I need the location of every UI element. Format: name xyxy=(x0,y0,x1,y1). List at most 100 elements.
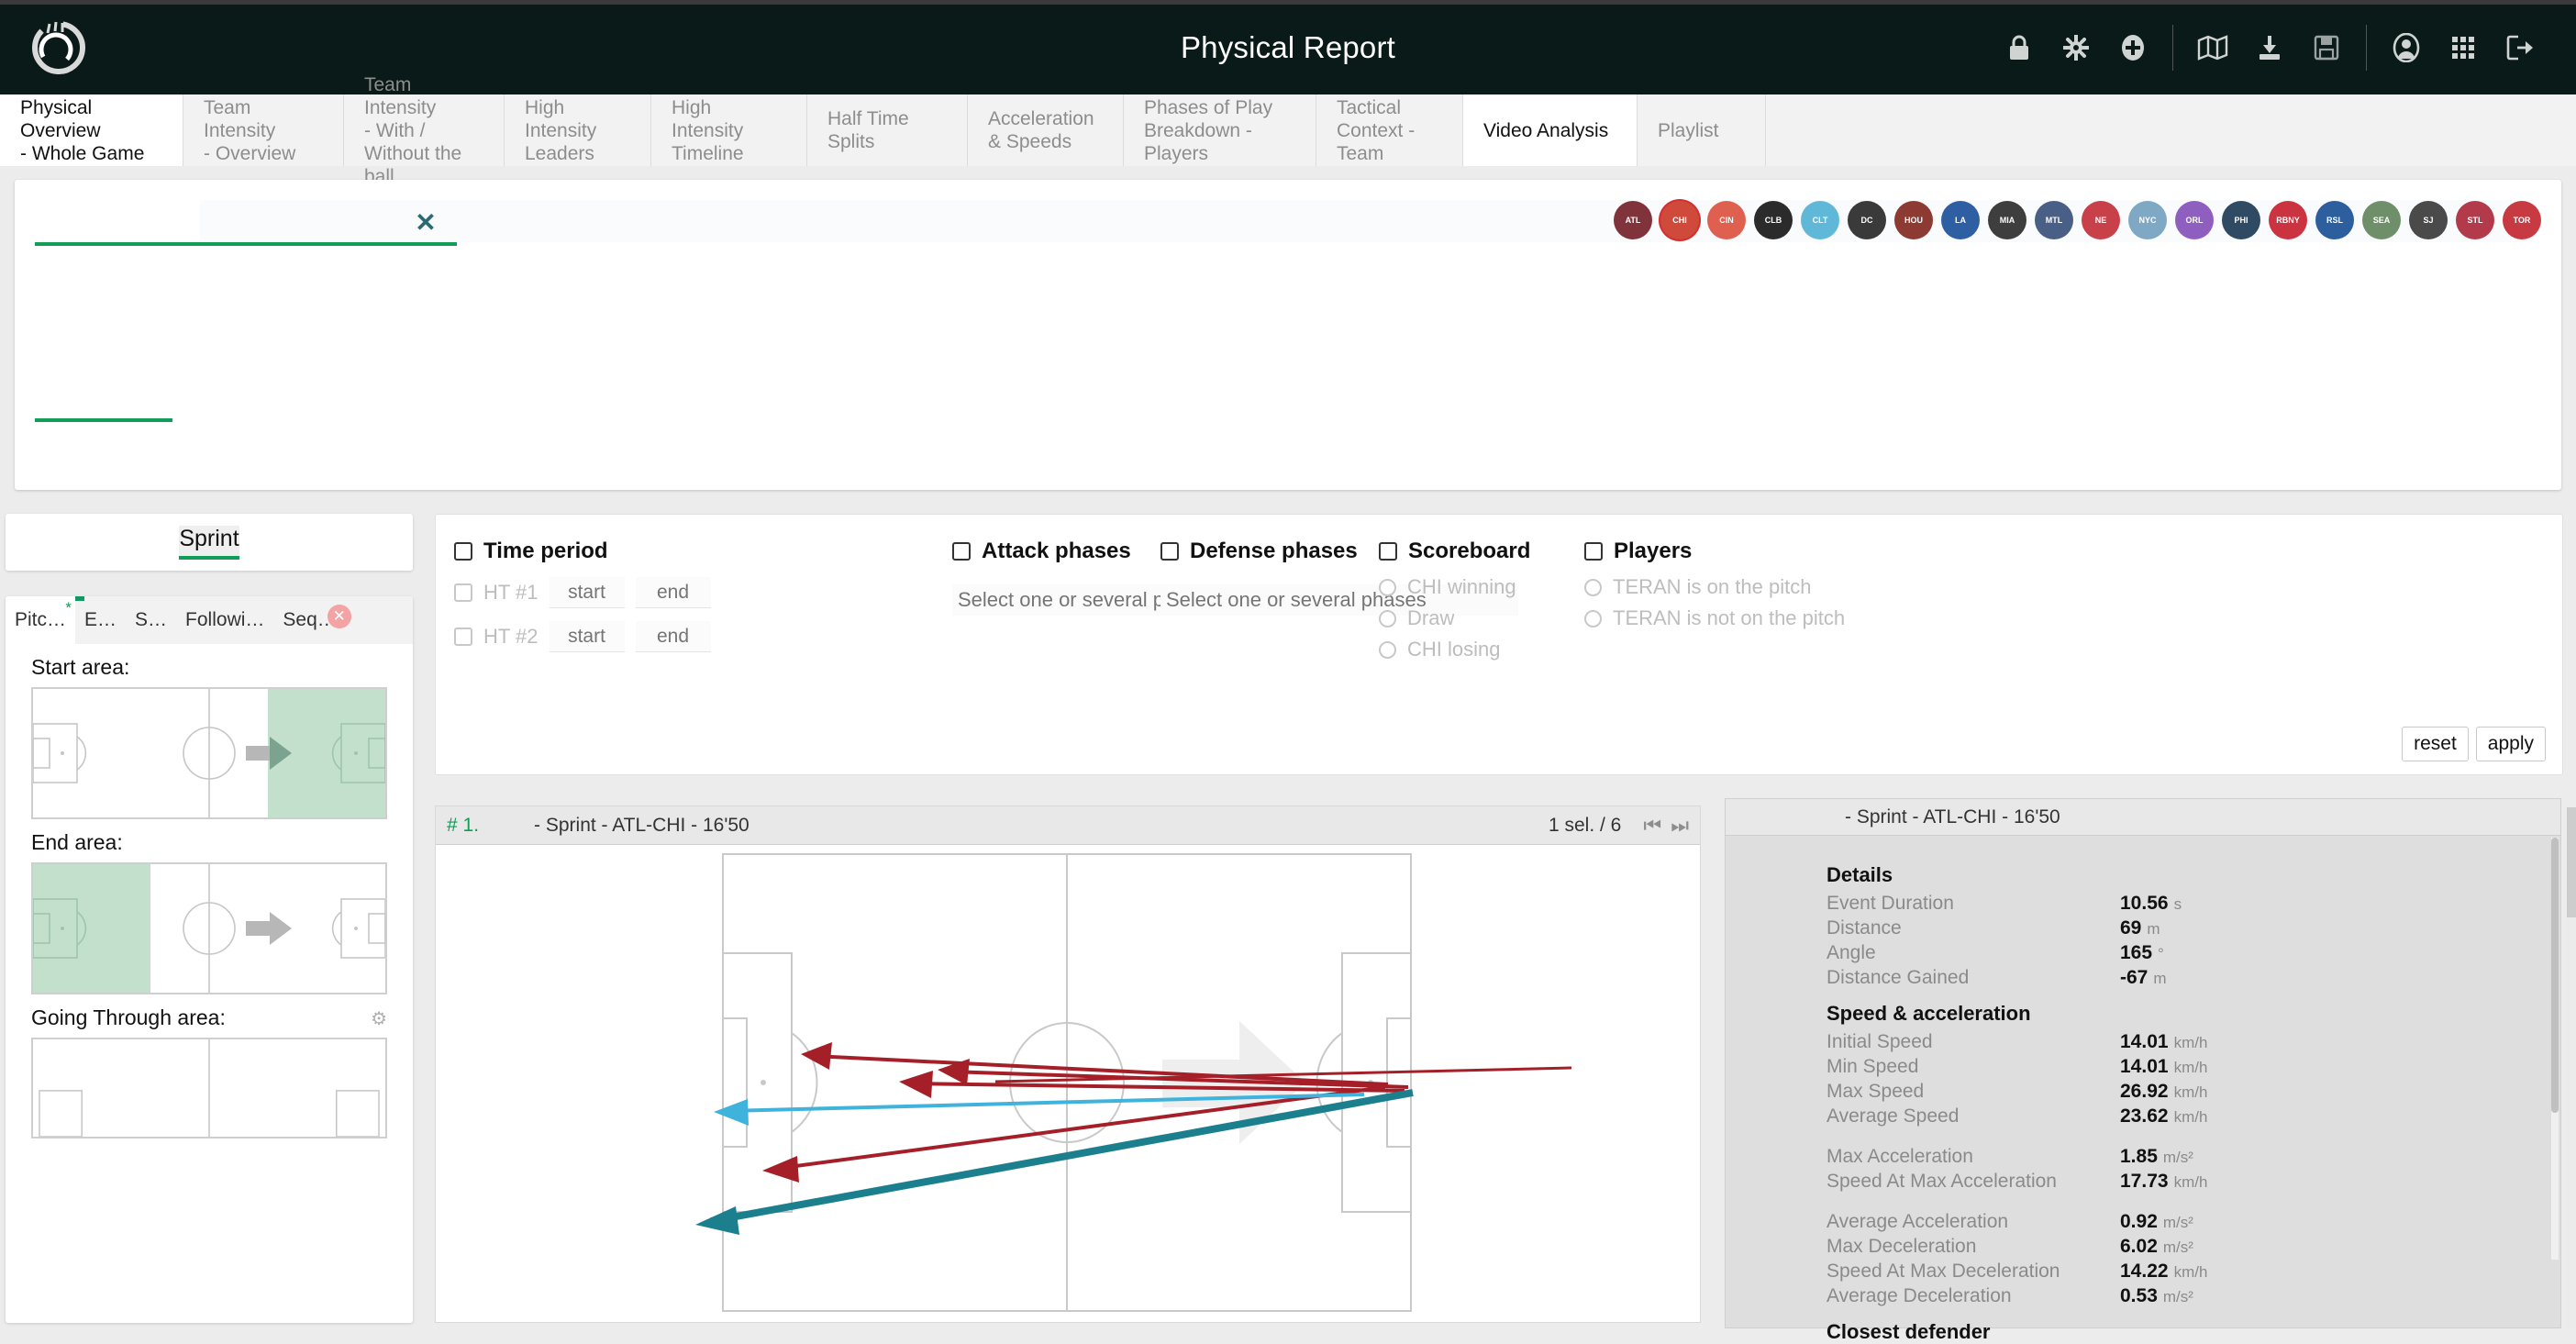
ht2-start-input[interactable] xyxy=(549,621,625,652)
lock-icon[interactable] xyxy=(1991,19,2048,76)
details-scrollbar[interactable] xyxy=(2551,838,2559,1260)
left-tab-0[interactable]: Pitc… * xyxy=(6,596,76,644)
club-logo-seattle-sounders[interactable]: SEA xyxy=(2362,201,2401,239)
left-tab-label: Followi… xyxy=(185,609,265,630)
club-abbr: CHI xyxy=(1672,216,1687,225)
club-logo-toronto-fc[interactable]: TOR xyxy=(2503,201,2541,239)
tab-physical-overview-whole-game[interactable]: Physical Overview - Whole Game xyxy=(0,94,183,166)
club-logo-new-york-red-bulls[interactable]: RBNY xyxy=(2269,201,2307,239)
club-logo-atlanta-united[interactable]: ATL xyxy=(1614,201,1652,239)
ht1-end-input[interactable] xyxy=(635,577,711,608)
tab-high-intensity-timeline[interactable]: High Intensity Timeline xyxy=(651,94,807,166)
details-scroll-thumb[interactable] xyxy=(2551,838,2559,1113)
map-icon[interactable] xyxy=(2184,19,2241,76)
tab-phases-of-play-breakdown-players[interactable]: Phases of Play Breakdown - Players xyxy=(1124,94,1316,166)
tab-acceleration-speeds[interactable]: Acceleration & Speeds xyxy=(968,94,1124,166)
prev-event-icon[interactable]: ⏮ xyxy=(1643,814,1661,838)
details-row: Initial Speed 14.01 km/h xyxy=(1827,1031,2560,1053)
sprint-pitch-plot[interactable] xyxy=(436,845,1700,1322)
event-viewer-card: # 1. - Sprint - ATL-CHI - 16'50 1 sel. /… xyxy=(435,805,1701,1323)
club-logo-orlando-city[interactable]: ORL xyxy=(2175,201,2214,239)
players-checkbox[interactable] xyxy=(1584,542,1603,561)
tab-team-intensity-overview[interactable]: Team Intensity - Overview xyxy=(183,94,344,166)
left-tab-2[interactable]: S… xyxy=(126,596,176,644)
left-tab-1[interactable]: E… xyxy=(75,596,126,644)
left-tab-3[interactable]: Followi… xyxy=(176,596,273,644)
page-scroll-thumb[interactable] xyxy=(2567,807,2576,917)
search-input[interactable] xyxy=(35,200,200,240)
end-area-pitch[interactable] xyxy=(31,862,387,994)
club-logo-la-galaxy[interactable]: LA xyxy=(1941,201,1980,239)
left-tab-label: E… xyxy=(84,609,117,630)
tab-label: Phases of Play Breakdown - Players xyxy=(1144,96,1273,164)
details-row: Event Duration 10.56 s xyxy=(1827,893,2560,915)
ht2-end-input[interactable] xyxy=(635,621,711,652)
tab-bar-spacer xyxy=(1766,94,2576,166)
club-logo-fc-cincinnati[interactable]: CIN xyxy=(1707,201,1746,239)
filter-panel: Time period HT #1 HT #2 Attack phases De… xyxy=(435,514,2563,775)
sprint-selector-card[interactable]: Sprint xyxy=(6,514,413,571)
account-icon[interactable] xyxy=(2378,19,2435,76)
club-logo-charlotte-fc[interactable]: CLT xyxy=(1801,201,1839,239)
tab-team-intensity-with-without-the-ball[interactable]: Team Intensity - With / Without the ball xyxy=(344,74,505,187)
direction-arrow-icon xyxy=(246,912,292,945)
scoreboard-radio-0[interactable] xyxy=(1379,578,1396,596)
scoreboard-radio-1[interactable] xyxy=(1379,609,1396,628)
close-icon[interactable]: ✕ xyxy=(327,605,351,628)
club-logo-cf-montreal[interactable]: MTL xyxy=(2035,201,2073,239)
club-logo-new-england-revolution[interactable]: NE xyxy=(2082,201,2120,239)
start-area-pitch[interactable] xyxy=(31,687,387,819)
apply-button[interactable]: apply xyxy=(2475,727,2546,761)
apps-grid-icon[interactable] xyxy=(2435,19,2492,76)
attack-phases-checkbox[interactable] xyxy=(952,542,971,561)
details-row-label: Initial Speed xyxy=(1827,1031,1933,1052)
reset-button[interactable]: reset xyxy=(2402,727,2469,761)
ht2-checkbox[interactable] xyxy=(454,628,472,646)
details-body: Details Event Duration 10.56 s Distance 69 m An… xyxy=(1726,836,2560,1344)
ht1-checkbox[interactable] xyxy=(454,583,472,602)
details-row-unit: km/h xyxy=(2173,1173,2208,1191)
tab-video-analysis[interactable]: Video Analysis xyxy=(1463,94,1638,166)
left-tab-4[interactable]: Seq… ✕ xyxy=(273,596,351,644)
download-icon[interactable] xyxy=(2241,19,2298,76)
club-logo-st-louis-city[interactable]: STL xyxy=(2456,201,2494,239)
club-logo-columbus-crew[interactable]: CLB xyxy=(1754,201,1793,239)
logout-icon[interactable] xyxy=(2492,19,2548,76)
add-circle-icon[interactable] xyxy=(2104,19,2161,76)
details-row-value: 17.73 xyxy=(2120,1171,2169,1192)
start-area-block: Start area: xyxy=(6,644,413,819)
club-logo-chicago-fire[interactable]: CHI xyxy=(1660,201,1699,239)
tab-playlist[interactable]: Playlist xyxy=(1638,94,1766,166)
time-period-checkbox[interactable] xyxy=(454,542,472,561)
club-logo-san-jose-earthquakes[interactable]: SJ xyxy=(2409,201,2448,239)
club-logo-houston-dynamo[interactable]: HOU xyxy=(1894,201,1933,239)
club-logo-real-salt-lake[interactable]: RSL xyxy=(2315,201,2354,239)
scoreboard-radio-2[interactable] xyxy=(1379,640,1396,659)
club-abbr: ATL xyxy=(1625,216,1641,225)
page-scrollbar[interactable] xyxy=(2567,807,2576,1328)
gear-icon[interactable]: ⚙ xyxy=(371,1007,387,1030)
club-logo-dc-united[interactable]: DC xyxy=(1848,201,1886,239)
club-logo-new-york-city-fc[interactable]: NYC xyxy=(2128,201,2167,239)
details-row-value: 23.62 xyxy=(2120,1105,2169,1127)
players-radio-1[interactable] xyxy=(1584,609,1602,628)
club-logo-philadelphia-union[interactable]: PHI xyxy=(2222,201,2260,239)
tab-tactical-context-team[interactable]: Tactical Context - Team xyxy=(1316,94,1463,166)
tab-half-time-splits[interactable]: Half Time Splits xyxy=(807,94,968,166)
defense-phases-checkbox[interactable] xyxy=(1160,542,1179,561)
scoreboard-checkbox[interactable] xyxy=(1379,542,1397,561)
club-logo-inter-miami[interactable]: MIA xyxy=(1988,201,2026,239)
next-event-icon[interactable]: ⏭ xyxy=(1671,814,1689,838)
club-abbr: PHI xyxy=(2234,216,2248,225)
save-icon[interactable] xyxy=(2298,19,2355,76)
gear-icon[interactable] xyxy=(2048,19,2104,76)
filter-time-period: Time period HT #1 HT #2 xyxy=(454,539,720,652)
players-radio-0[interactable] xyxy=(1584,578,1602,596)
close-icon[interactable]: ✕ xyxy=(411,209,440,239)
club-abbr: CIN xyxy=(1719,216,1734,225)
club-abbr: RBNY xyxy=(2276,216,2300,225)
ht1-start-input[interactable] xyxy=(549,577,625,608)
scoreboard-label: Scoreboard xyxy=(1408,539,1531,563)
tab-high-intensity-leaders[interactable]: High Intensity Leaders xyxy=(505,94,651,166)
going-through-area-pitch[interactable] xyxy=(31,1038,387,1139)
